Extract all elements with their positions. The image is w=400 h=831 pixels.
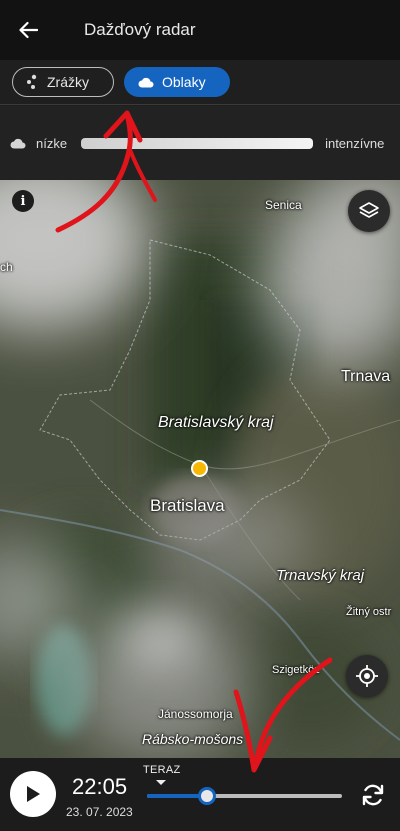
now-marker [156,780,166,785]
legend-high-label: intenzívne [325,135,385,151]
back-button[interactable] [0,0,56,60]
map-label-trnavsky-kraj: Trnavský kraj [276,567,365,584]
current-date: 23. 07. 2023 [66,805,133,819]
radar-map[interactable]: i Senica ch Trnava Bratislavský kraj Bra… [0,180,400,758]
play-button[interactable] [10,771,56,817]
layers-icon [359,202,379,218]
play-icon [27,786,40,802]
now-label: TERAZ [143,764,181,776]
layers-button[interactable] [348,190,390,232]
map-label-trnava: Trnava [341,368,391,385]
map-label-janossomorja: Jánossomorja [158,707,233,721]
map-label-senica: Senica [265,198,302,212]
page-title: Dažďový radar [84,20,196,39]
timeline-slider[interactable] [147,787,342,805]
map-label-bratislavsky-kraj: Bratislavský kraj [158,414,274,431]
arrow-left-icon [19,21,38,39]
crosshair-icon [356,665,378,687]
map-label-zitny-ostrov: Žitný ostr [346,606,392,618]
layer-tabs: Zrážky Oblaky [0,60,400,105]
refresh-icon [362,784,384,806]
timeline-slider-thumb[interactable] [198,787,217,805]
my-location-button[interactable] [346,655,388,697]
refresh-button[interactable] [358,780,388,810]
cloud-icon [10,138,26,148]
timeline-player: 22:05 23. 07. 2023 TERAZ [0,758,400,831]
map-label-bratislava: Bratislava [150,496,225,515]
legend-gradient-bar [81,137,314,149]
map-label-rabsko: Rábsko-mošons [142,731,244,747]
info-button[interactable]: i [12,190,34,212]
cloud-icon [138,77,154,87]
map-label-ach: ch [0,260,13,274]
tab-zrazky-label: Zrážky [47,74,89,90]
location-pin[interactable] [191,460,208,477]
legend-low-label: nízke [36,135,68,151]
intensity-legend: nízke intenzívne [0,106,400,180]
map-label-szigetkoz: Szigetköz [272,664,320,676]
current-time: 22:05 [72,774,128,799]
rain-drops-icon [27,74,37,89]
tab-oblaky[interactable]: Oblaky [124,67,230,97]
tab-zrazky[interactable]: Zrážky [12,67,114,97]
tab-oblaky-label: Oblaky [162,74,206,90]
app-bar: Dažďový radar [0,0,400,60]
